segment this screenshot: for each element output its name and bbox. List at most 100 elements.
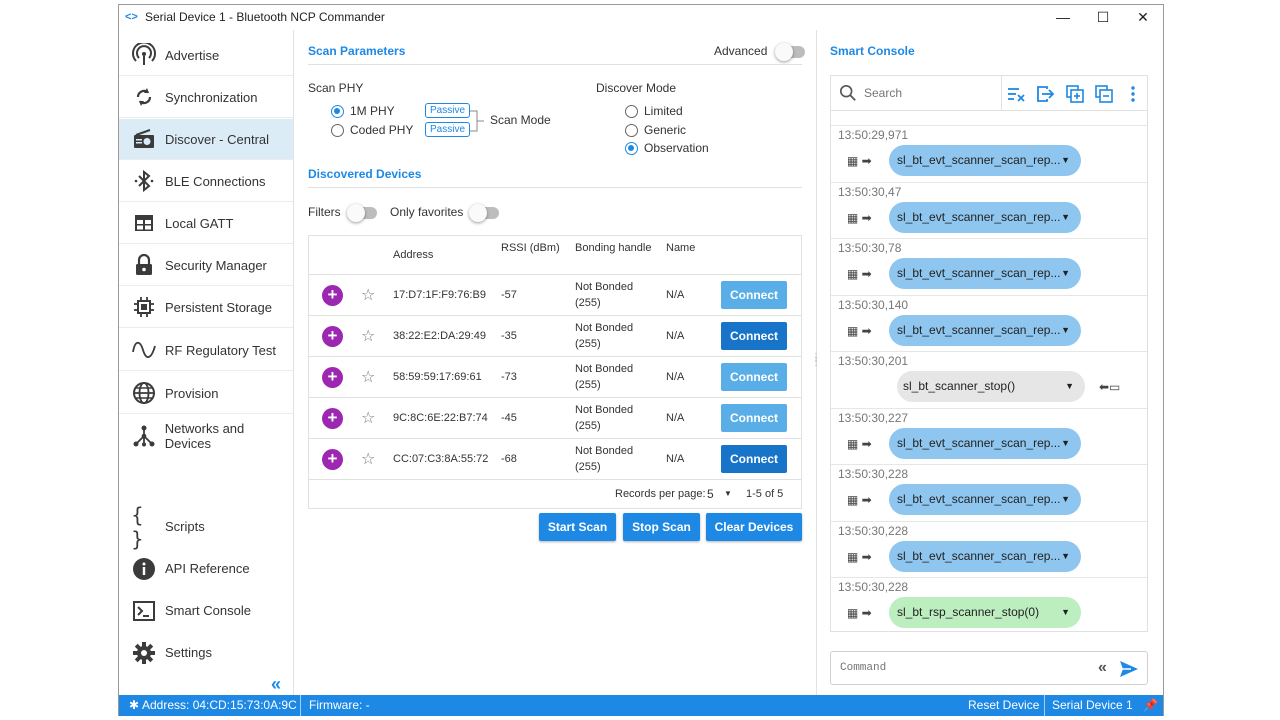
phy-coded-radio[interactable] (331, 124, 344, 137)
bond-status: Not Bonded (575, 363, 634, 375)
filters-toggle[interactable] (347, 204, 377, 222)
star-icon[interactable]: ☆ (361, 326, 375, 346)
passive-badge[interactable]: Passive (425, 122, 471, 137)
connect-button[interactable]: Connect (721, 445, 787, 473)
log-bubble[interactable]: sl_bt_evt_scanner_scan_rep... ▼ (889, 202, 1081, 233)
command-input[interactable] (840, 662, 1040, 674)
mode-observation-radio[interactable] (625, 142, 638, 155)
sidebar-item-synchronization[interactable]: Synchronization (119, 77, 293, 118)
log-bubble[interactable]: sl_bt_evt_scanner_scan_rep... ▼ (889, 428, 1081, 459)
column-header-name[interactable]: Name (666, 242, 695, 254)
copy-add-icon[interactable] (1065, 84, 1085, 104)
sidebar-item-networks-and-devices[interactable]: Networks and Devices (119, 415, 293, 456)
divider (308, 64, 802, 65)
chevron-down-icon[interactable]: ▼ (1061, 597, 1070, 628)
close-button[interactable]: ✕ (1123, 5, 1163, 29)
event-in-icon: ▦ ➡ (847, 606, 872, 620)
log-bubble[interactable]: sl_bt_evt_scanner_scan_rep... ▼ (889, 145, 1081, 176)
add-icon[interactable]: + (322, 285, 343, 306)
column-header-rssi[interactable]: RSSI (dBm) (501, 242, 560, 254)
records-per-page-select[interactable]: 5 (707, 487, 714, 501)
sidebar-item-settings[interactable]: Settings (119, 632, 293, 673)
mode-limited-radio[interactable] (625, 105, 638, 118)
app-window: <> Serial Device 1 - Bluetooth NCP Comma… (118, 4, 1164, 716)
star-icon[interactable]: ☆ (361, 408, 375, 428)
chevron-down-icon[interactable]: ▼ (1061, 145, 1070, 176)
log-entry: 13:50:30,78 ▦ ➡ sl_bt_evt_scanner_scan_r… (831, 239, 1147, 296)
send-icon[interactable] (1119, 660, 1139, 678)
search-input[interactable] (864, 86, 994, 100)
add-icon[interactable]: + (322, 408, 343, 429)
device-bonding: Not Bonded (255) (575, 361, 633, 393)
connect-button[interactable]: Connect (721, 322, 787, 350)
copy-remove-icon[interactable] (1094, 84, 1114, 104)
sidebar-item-label: Security Manager (165, 257, 267, 273)
log-bubble[interactable]: sl_bt_scanner_stop() ▼ (897, 371, 1085, 402)
chevron-down-icon[interactable]: ▼ (1061, 258, 1070, 289)
table-row: + ☆ 38:22:E2:DA:29:49 -35 Not Bonded (255… (309, 315, 801, 356)
passive-badge[interactable]: Passive (425, 103, 471, 118)
chevron-down-icon[interactable]: ▼ (724, 489, 732, 498)
minimize-button[interactable]: — (1043, 5, 1083, 29)
sidebar-item-ble-connections[interactable]: BLE Connections (119, 161, 293, 202)
sidebar-item-api-reference[interactable]: API Reference (119, 548, 293, 589)
connect-button[interactable]: Connect (721, 281, 787, 309)
log-bubble[interactable]: sl_bt_evt_scanner_scan_rep... ▼ (889, 258, 1081, 289)
more-vert-icon[interactable] (1123, 84, 1143, 104)
add-icon[interactable]: + (322, 367, 343, 388)
log-bubble[interactable]: sl_bt_evt_scanner_scan_rep... ▼ (889, 541, 1081, 572)
sidebar-item-advertise[interactable]: Advertise (119, 35, 293, 76)
column-header-bonding[interactable]: Bonding handle (575, 242, 651, 254)
column-header-address[interactable]: Address (393, 249, 433, 261)
phy-1m-radio[interactable] (331, 105, 344, 118)
device-address: 58:59:59:17:69:61 (393, 371, 482, 383)
mode-generic-radio[interactable] (625, 124, 638, 137)
stop-scan-button[interactable]: Stop Scan (623, 513, 700, 541)
chevron-down-icon[interactable]: ▼ (1061, 541, 1070, 572)
collapse-sidebar-button[interactable]: « (271, 674, 281, 695)
sidebar-item-provision[interactable]: Provision (119, 373, 293, 414)
chevron-down-icon[interactable]: ▼ (1061, 202, 1070, 233)
history-back-icon[interactable]: « (1098, 659, 1107, 677)
sidebar-item-rf-regulatory-test[interactable]: RF Regulatory Test (119, 330, 293, 371)
add-icon[interactable]: + (322, 449, 343, 470)
log-bubble[interactable]: sl_bt_rsp_scanner_stop(0) ▼ (889, 597, 1081, 628)
chevron-down-icon[interactable]: ▼ (1061, 315, 1070, 346)
chevron-down-icon[interactable]: ▼ (1065, 371, 1074, 402)
lock-icon (131, 252, 157, 278)
sidebar-item-scripts[interactable]: { } Scripts (119, 503, 293, 551)
clear-filter-icon[interactable] (1006, 84, 1026, 104)
smart-console-panel: Smart Console 13:50:29,971 ▦ ➡ sl_bt_evt… (817, 30, 1163, 695)
star-icon[interactable]: ☆ (361, 367, 375, 387)
only-favorites-label: Only favorites (390, 205, 464, 219)
clear-devices-button[interactable]: Clear Devices (706, 513, 802, 541)
sidebar-item-discover-central[interactable]: Discover - Central (119, 119, 293, 160)
sidebar-item-persistent-storage[interactable]: Persistent Storage (119, 287, 293, 328)
connect-button[interactable]: Connect (721, 363, 787, 391)
sidebar-item-security-manager[interactable]: Security Manager (119, 245, 293, 286)
log-bubble[interactable]: sl_bt_evt_scanner_scan_rep... ▼ (889, 315, 1081, 346)
sidebar-item-smart-console[interactable]: Smart Console (119, 590, 293, 631)
chevron-down-icon[interactable]: ▼ (1061, 428, 1070, 459)
pin-icon[interactable]: 📌 (1143, 698, 1158, 712)
reset-device-button[interactable]: Reset Device (968, 698, 1039, 712)
sidebar-item-local-gatt[interactable]: Local GATT (119, 203, 293, 244)
star-icon[interactable]: ☆ (361, 285, 375, 305)
star-icon[interactable]: ☆ (361, 449, 375, 469)
only-favorites-toggle[interactable] (469, 204, 499, 222)
start-scan-button[interactable]: Start Scan (539, 513, 616, 541)
pagination-range: 1-5 of 5 (746, 488, 784, 500)
log-bubble[interactable]: sl_bt_evt_scanner_scan_rep... ▼ (889, 484, 1081, 515)
export-icon[interactable] (1035, 84, 1055, 104)
window-title: Serial Device 1 - Bluetooth NCP Commande… (145, 10, 385, 24)
maximize-button[interactable]: ☐ (1083, 5, 1123, 29)
add-icon[interactable]: + (322, 326, 343, 347)
serial-device-selector[interactable]: Serial Device 1 (1052, 698, 1133, 712)
advanced-toggle[interactable] (775, 43, 805, 61)
chevron-down-icon[interactable]: ▼ (1061, 484, 1070, 515)
bond-handle: (255) (575, 379, 601, 391)
connect-button[interactable]: Connect (721, 404, 787, 432)
log-text: sl_bt_evt_scanner_scan_rep... (897, 153, 1061, 167)
sidebar-item-label: Scripts (165, 519, 205, 534)
sidebar-item-label: Discover - Central (165, 131, 270, 147)
